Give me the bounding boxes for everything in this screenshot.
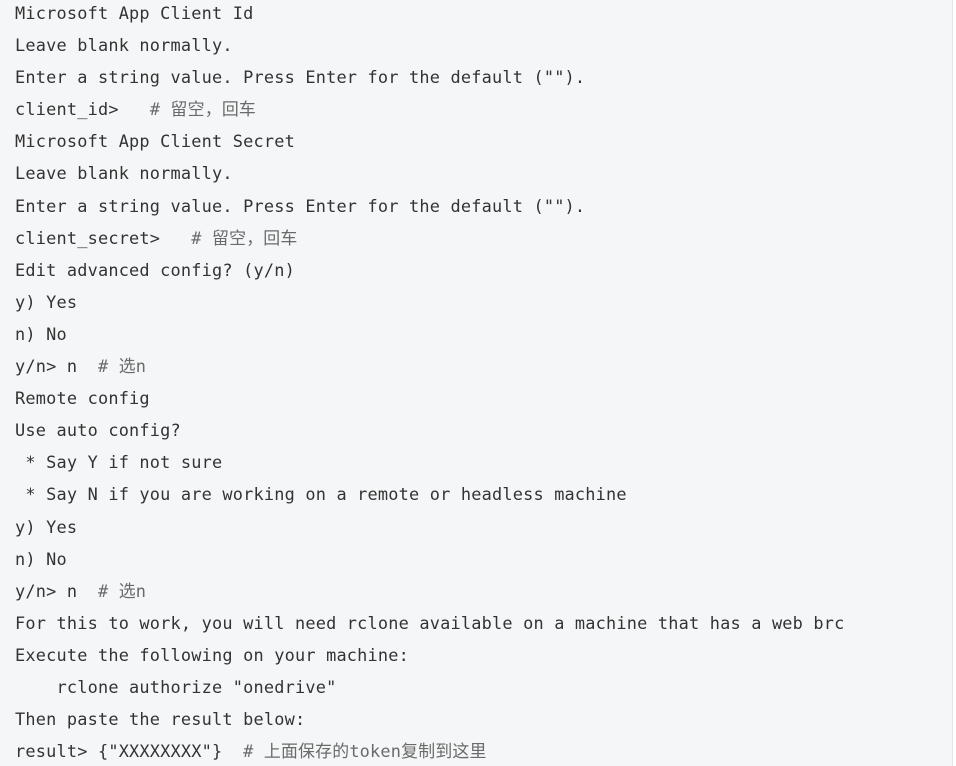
code-block: Microsoft App Client Id Leave blank norm… [0, 0, 953, 766]
line-text: Microsoft App Client Secret [15, 131, 295, 152]
line-text: For this to work, you will need rclone a… [15, 612, 845, 633]
code-line: Microsoft App Client Id [15, 0, 845, 32]
code-line: Remote config [15, 385, 845, 417]
code-line: client_id> # 留空，回车 [15, 96, 845, 128]
line-text: Then paste the result below: [15, 709, 306, 730]
line-text: y/n> n [15, 580, 98, 601]
line-text: client_id> [15, 99, 150, 120]
line-comment: # 选n [97, 356, 147, 377]
code-line: Leave blank normally. [15, 32, 845, 64]
code-line: client_secret> # 留空，回车 [15, 225, 845, 257]
line-comment: # 选n [97, 580, 147, 601]
code-line: Use auto config? [15, 417, 845, 449]
code-line: Leave blank normally. [15, 160, 845, 192]
code-line: Execute the following on your machine: [15, 642, 845, 674]
line-text: Leave blank normally. [15, 35, 233, 56]
line-text: Edit advanced config? (y/n) [15, 259, 295, 280]
code-lines: Microsoft App Client Id Leave blank norm… [15, 0, 845, 766]
code-line: For this to work, you will need rclone a… [15, 610, 845, 642]
code-line: y) Yes [15, 289, 845, 321]
code-line: result> {"XXXXXXXX"} # 上面保存的token复制到这里 [15, 738, 845, 766]
code-line: n) No [15, 546, 845, 578]
line-text: Remote config [15, 388, 150, 409]
code-line: Edit advanced config? (y/n) [15, 257, 845, 289]
line-text: rclone authorize "onedrive" [15, 676, 337, 697]
code-line: y/n> n # 选n [15, 353, 845, 385]
code-line: rclone authorize "onedrive" [15, 674, 845, 706]
code-line: y/n> n # 选n [15, 578, 845, 610]
line-text: y) Yes [15, 516, 78, 537]
code-line: * Say Y if not sure [15, 449, 845, 481]
line-text: n) No [15, 323, 67, 344]
code-line: Enter a string value. Press Enter for th… [15, 193, 845, 225]
line-text: client_secret> [15, 227, 192, 248]
line-text: y) Yes [15, 291, 78, 312]
line-text: * Say Y if not sure [15, 452, 223, 473]
code-line: n) No [15, 321, 845, 353]
line-text: Execute the following on your machine: [15, 644, 410, 665]
line-text: Enter a string value. Press Enter for th… [15, 67, 586, 88]
line-text: result> {"XXXXXXXX"} [15, 741, 244, 762]
line-text: n) No [15, 548, 67, 569]
code-line: Microsoft App Client Secret [15, 128, 845, 160]
code-line: y) Yes [15, 514, 845, 546]
code-line: Then paste the result below: [15, 706, 845, 738]
code-line: * Say N if you are working on a remote o… [15, 481, 845, 513]
line-text: y/n> n [15, 356, 98, 377]
code-line: Enter a string value. Press Enter for th… [15, 64, 845, 96]
line-text: Use auto config? [15, 420, 181, 441]
line-comment: # 留空，回车 [149, 99, 257, 120]
line-text: Enter a string value. Press Enter for th… [15, 195, 586, 216]
line-comment: # 留空，回车 [191, 227, 298, 248]
line-comment: # 上面保存的token复制到这里 [243, 741, 487, 762]
line-text: Leave blank normally. [15, 163, 233, 184]
line-text: * Say N if you are working on a remote o… [15, 484, 627, 505]
line-text: Microsoft App Client Id [15, 3, 254, 23]
